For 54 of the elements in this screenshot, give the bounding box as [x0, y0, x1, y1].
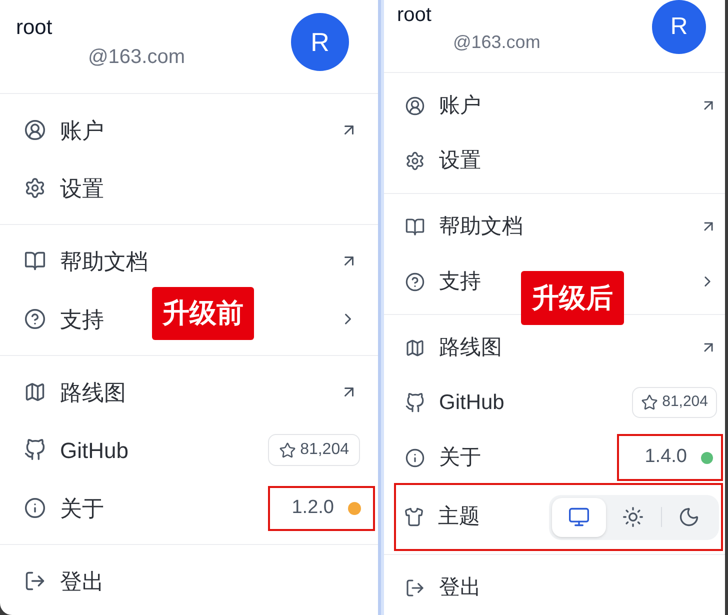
menu-item[interactable]: 路线图 [24, 376, 126, 408]
avatar[interactable]: R [652, 0, 706, 54]
shirt-icon [404, 507, 424, 527]
menu-item[interactable]: 支持 [24, 302, 104, 336]
logout-icon [24, 570, 46, 592]
menu-item[interactable]: 登出 [405, 572, 481, 604]
star-count-badge[interactable]: 81,204 [632, 387, 717, 418]
github-icon [405, 392, 425, 412]
user-circle-icon [405, 96, 425, 116]
star-count: 81,204 [662, 392, 708, 412]
version-text: 1.2.0 [292, 496, 334, 520]
menu-item[interactable]: 关于 [405, 442, 481, 474]
menu-item[interactable]: 支持 [405, 266, 481, 298]
settings-icon [405, 150, 425, 170]
user-email: @163.com [87, 45, 186, 70]
menu-item[interactable]: 关于 [24, 492, 104, 524]
menu-item[interactable]: 账户 [24, 114, 104, 146]
help-icon [24, 308, 46, 330]
menu-item[interactable]: 路线图 [405, 332, 502, 364]
settings-icon [24, 177, 46, 199]
menu-item[interactable]: 设置 [405, 144, 481, 176]
map-icon [24, 381, 46, 403]
menu-item[interactable]: 帮助文档 [405, 210, 523, 242]
star-icon [279, 442, 296, 458]
star-count: 81,204 [300, 440, 349, 460]
github-icon [24, 439, 46, 461]
map-icon [405, 338, 425, 358]
book-icon [405, 216, 425, 236]
user-email: @163.com [452, 31, 540, 54]
user-name: root [397, 3, 432, 28]
version-text: 1.4.0 [644, 445, 687, 470]
sun-icon [622, 506, 644, 528]
menu-item[interactable]: 登出 [24, 564, 104, 598]
help-icon [405, 272, 425, 292]
logout-icon [405, 578, 425, 598]
menu-item[interactable]: 帮助文档 [24, 244, 148, 278]
menu-item[interactable]: 账户 [405, 90, 481, 122]
annotation-label: 升级前 [152, 287, 254, 340]
moon-icon [678, 506, 700, 528]
user-name: root [16, 15, 54, 41]
menu-item[interactable]: GitHub [24, 434, 128, 466]
book-icon [24, 250, 46, 272]
avatar[interactable]: R [291, 13, 349, 71]
annotation-label: 升级后 [521, 271, 624, 325]
info-icon [405, 448, 425, 468]
menu-item[interactable]: 设置 [24, 172, 104, 204]
info-icon [24, 497, 46, 519]
menu-item[interactable]: GitHub [405, 386, 504, 418]
monitor-icon [568, 506, 590, 528]
star-icon [641, 394, 658, 411]
user-circle-icon [24, 119, 46, 141]
star-count-badge[interactable]: 81,204 [268, 434, 360, 466]
theme-option[interactable] [552, 498, 606, 536]
menu-item[interactable]: 主题 [404, 501, 480, 533]
